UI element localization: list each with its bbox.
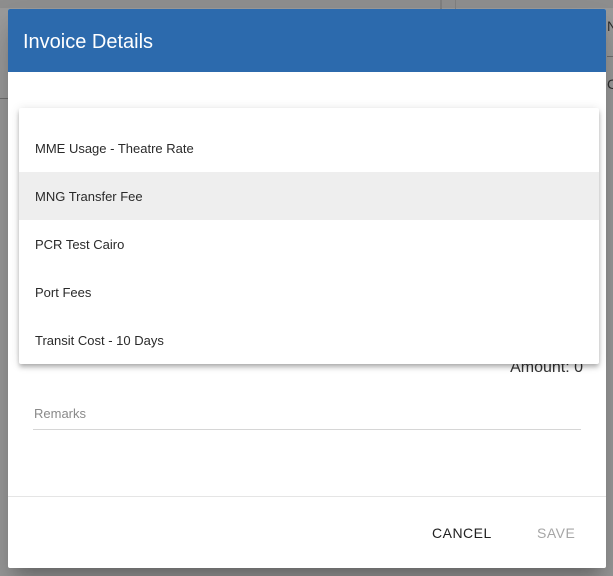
background-divider xyxy=(607,56,613,57)
charge-type-dropdown-menu: MME Usage - Theatre Rate MNG Transfer Fe… xyxy=(19,108,599,364)
background-text: C xyxy=(607,76,613,92)
background-divider xyxy=(0,98,8,99)
background-text: N xyxy=(607,18,613,34)
menu-item-port-fees[interactable]: Port Fees xyxy=(19,268,599,316)
menu-item-transit-cost-10-days[interactable]: Transit Cost - 10 Days xyxy=(19,316,599,364)
dialog-header: Invoice Details xyxy=(8,9,606,72)
remarks-input[interactable] xyxy=(33,399,583,427)
menu-item-pcr-test-cairo[interactable]: PCR Test Cairo xyxy=(19,220,599,268)
footer-divider xyxy=(8,496,606,497)
save-button[interactable]: SAVE xyxy=(529,517,583,549)
dialog-title: Invoice Details xyxy=(23,31,154,53)
menu-list: MME Usage - Theatre Rate MNG Transfer Fe… xyxy=(19,124,599,364)
remarks-field[interactable] xyxy=(33,399,583,430)
menu-item-mng-transfer-fee[interactable]: MNG Transfer Fee xyxy=(19,172,599,220)
menu-item-mme-usage-theatre-rate[interactable]: MME Usage - Theatre Rate xyxy=(19,124,599,172)
background-toolbar xyxy=(0,0,613,8)
cancel-button[interactable]: CANCEL xyxy=(424,517,500,549)
